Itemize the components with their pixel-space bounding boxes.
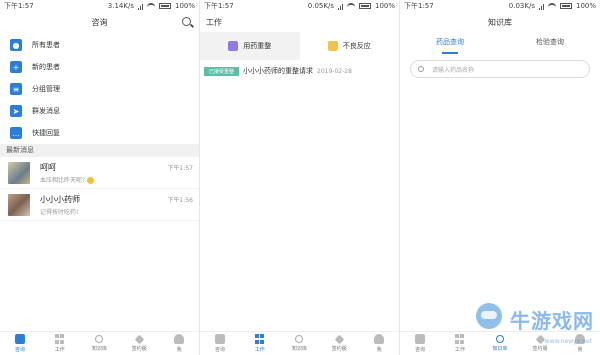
header: 咨询: [0, 12, 199, 32]
net-speed: 0.03K/s: [508, 2, 535, 10]
avatar: [8, 193, 30, 216]
tab-consult[interactable]: 咨询: [200, 332, 240, 355]
request-item[interactable]: 已接受重整 小小小药师的重整请求 2019-02-28: [200, 64, 399, 78]
header: 工作: [200, 12, 399, 32]
search-icon[interactable]: [182, 17, 191, 26]
request-title: 小小小药师的重整请求: [243, 67, 314, 75]
status-bar: 下午1:57 3.14K/s 100%: [0, 0, 199, 12]
recent-messages-label: 最新消息: [0, 144, 199, 157]
page-title: 工作: [206, 17, 222, 27]
menu-item-all-patients[interactable]: ● 所有患者: [0, 34, 199, 56]
person-icon: [174, 334, 185, 344]
menu-item-new-patients[interactable]: + 新的患者: [0, 56, 199, 78]
signal-icon: [337, 3, 343, 10]
plus-icon: +: [10, 61, 22, 73]
search-placeholder: 请输入药品名称: [432, 66, 475, 74]
battery-icon: [358, 3, 371, 9]
net-speed: 3.14K/s: [107, 2, 134, 10]
grid-icon: [54, 334, 65, 344]
status-time: 下午1:57: [204, 2, 234, 10]
tab-knowledge[interactable]: 知识库: [80, 332, 120, 355]
wifi-icon: [146, 3, 155, 9]
tab-me[interactable]: 我: [359, 332, 399, 355]
status-bar: 下午1:57 0.03K/s 100%: [400, 0, 600, 12]
tab-sign[interactable]: 签约服: [119, 332, 159, 355]
request-date: 2019-02-28: [317, 67, 352, 75]
kb-tabs: 药品查询 检验查询: [400, 32, 600, 54]
status-time: 下午1:57: [404, 2, 434, 10]
watermark-url: www.newyx.net: [544, 338, 592, 345]
tab-consult[interactable]: 咨询: [400, 332, 440, 355]
site-watermark: 牛游戏网 www.newyx.net: [468, 299, 598, 349]
medication-reconcile-button[interactable]: 用药重整: [200, 32, 300, 60]
wifi-icon: [346, 3, 355, 9]
consult-screen: 下午1:57 3.14K/s 100% 咨询 ● 所有患者 + 新的患者 ≡ 分…: [0, 0, 200, 355]
menu-item-group-manage[interactable]: ≡ 分组管理: [0, 78, 199, 100]
battery-icon: [559, 3, 572, 9]
message-preview: 记得按时吃药!: [40, 208, 79, 216]
signal-icon: [137, 3, 143, 10]
reaction-icon: [327, 41, 338, 51]
bottom-tabbar: 咨询 工作 知识库 签约服 我: [200, 331, 399, 355]
battery-level: 100%: [174, 2, 195, 10]
knowledge-screen: 下午1:57 0.03K/s 100% 知识库 药品查询 检验查询 请输入药品名…: [400, 0, 600, 355]
signal-icon: [538, 3, 544, 10]
chat-icon: [415, 334, 425, 344]
send-icon: ➤: [10, 105, 22, 117]
medication-icon: [228, 41, 239, 51]
avatar: [8, 161, 30, 184]
tab-work[interactable]: 工作: [40, 332, 80, 355]
tab-sign[interactable]: 签约服: [319, 332, 359, 355]
tab-lab-query[interactable]: 检验查询: [500, 32, 600, 54]
message-time: 下午1:56: [167, 197, 193, 204]
chat-icon: [14, 334, 25, 344]
smile-emoji-icon: [87, 176, 95, 184]
list-item[interactable]: 呵呵 血压相比昨天呢? 下午1:57: [0, 157, 199, 189]
message-time: 下午1:57: [167, 165, 193, 172]
menu-item-broadcast[interactable]: ➤ 群发消息: [0, 100, 199, 122]
adverse-reaction-button[interactable]: 不良反应: [299, 32, 399, 60]
tab-knowledge[interactable]: 知识库: [280, 332, 320, 355]
patients-icon: ●: [10, 39, 22, 51]
tab-work[interactable]: 工作: [240, 332, 280, 355]
consult-menu: ● 所有患者 + 新的患者 ≡ 分组管理 ➤ 群发消息 … 快捷回复: [0, 32, 199, 144]
grid-icon: [254, 334, 265, 344]
menu-item-quick-reply[interactable]: … 快捷回复: [0, 122, 199, 144]
wifi-icon: [547, 3, 556, 9]
header: 知识库: [400, 12, 600, 32]
work-cards: 用药重整 不良反应: [200, 32, 399, 60]
search-icon: [418, 66, 424, 72]
status-bar: 下午1:57 0.05K/s 100%: [200, 0, 399, 12]
chat-icon: …: [10, 127, 22, 139]
search-icon: [295, 335, 304, 343]
person-icon: [374, 334, 385, 344]
net-speed: 0.05K/s: [307, 2, 334, 10]
tag-icon: [134, 334, 145, 344]
list-icon: ≡: [10, 83, 22, 95]
grid-icon: [455, 334, 465, 344]
chat-icon: [214, 334, 225, 344]
drug-search-input[interactable]: 请输入药品名称: [410, 60, 590, 78]
search-icon: [95, 335, 104, 343]
work-screen: 下午1:57 0.05K/s 100% 工作 用药重整 不良反应 已接受重整 小…: [200, 0, 400, 355]
tab-me[interactable]: 我: [159, 332, 199, 355]
message-preview: 血压相比昨天呢?: [40, 176, 86, 184]
tag-icon: [334, 334, 345, 344]
battery-level: 100%: [575, 2, 596, 10]
page-title: 知识库: [488, 17, 512, 27]
battery-icon: [158, 3, 171, 9]
status-time: 下午1:57: [4, 2, 34, 10]
status-badge: 已接受重整: [204, 66, 240, 76]
watermark-text: 牛游戏网: [510, 309, 594, 333]
battery-level: 100%: [374, 2, 395, 10]
tab-consult[interactable]: 咨询: [0, 332, 40, 355]
bottom-tabbar: 咨询 工作 知识库 签约服 我: [0, 331, 199, 355]
list-item[interactable]: 小小小药师 记得按时吃药! 下午1:56: [0, 189, 199, 221]
tab-drug-query[interactable]: 药品查询: [400, 32, 500, 54]
mascot-logo-icon: [476, 303, 502, 329]
page-title: 咨询: [91, 17, 108, 27]
